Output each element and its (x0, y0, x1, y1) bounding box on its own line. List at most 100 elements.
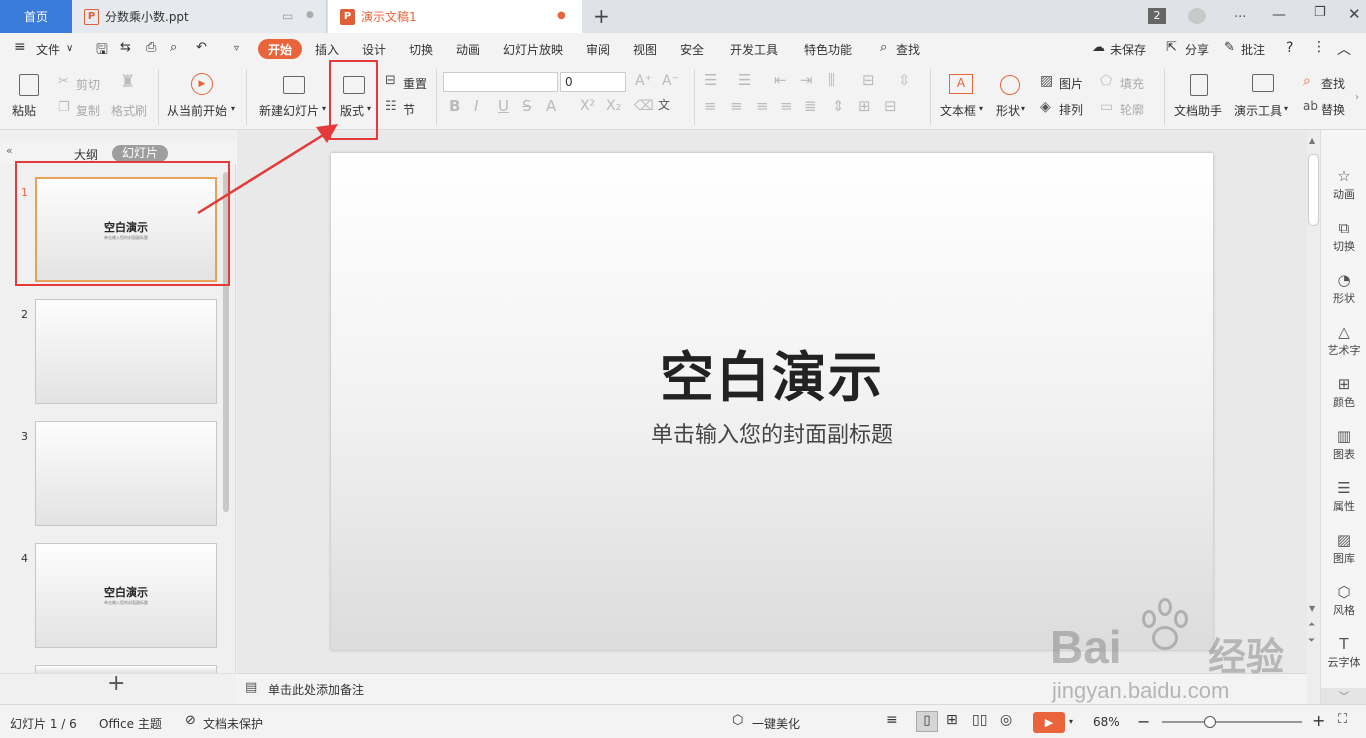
search-label[interactable]: 查找 (896, 41, 920, 58)
text-box-align-icon[interactable]: ⊞ (858, 99, 871, 114)
document-tab-active[interactable]: P 演示文稿1 ● (328, 0, 582, 33)
decrease-indent-icon[interactable]: ⇤ (774, 73, 787, 88)
chevron-down-icon[interactable]: ▾ (1284, 104, 1288, 113)
sidebar-item-chart[interactable]: ▥ 图表 (1321, 428, 1366, 462)
slide-thumbnail-2[interactable] (35, 299, 217, 404)
sidebar-item-gallery[interactable]: ▨ 图库 (1321, 532, 1366, 566)
bold-icon[interactable]: B (449, 99, 460, 114)
share-button[interactable]: 分享 (1185, 41, 1209, 58)
protection-status[interactable]: 文档未保护 (203, 715, 263, 732)
phonetic-icon[interactable]: 文 (658, 99, 670, 111)
zoom-slider-track[interactable] (1162, 716, 1302, 728)
font-grow-icon[interactable]: A⁺ (635, 74, 652, 88)
chevron-down-icon[interactable]: ▾ (979, 104, 983, 113)
zoom-slider-knob[interactable] (1204, 716, 1216, 728)
theme-name[interactable]: Office 主题 (99, 715, 162, 732)
doc-assistant-button[interactable]: 文档助手 (1174, 102, 1222, 119)
sidebar-item-style[interactable]: ⬡ 风格 (1321, 584, 1366, 618)
zoom-in-icon[interactable]: + (1312, 711, 1325, 730)
section-button[interactable]: 节 (403, 101, 415, 118)
new-slide-icon[interactable] (283, 76, 305, 94)
paste-button[interactable]: 粘贴 (12, 102, 36, 119)
export-icon[interactable]: ⇆ (120, 40, 131, 55)
underline-icon[interactable]: U (498, 99, 509, 114)
clear-format-icon[interactable]: ⌫ (634, 99, 654, 113)
smart-art-icon[interactable]: ⊟ (884, 99, 897, 114)
copy-button[interactable]: 复制 (76, 102, 100, 119)
close-icon[interactable]: ✕ (1348, 5, 1361, 23)
increase-indent-icon[interactable]: ⇥ (800, 73, 813, 88)
sorter-view-icon[interactable]: ⊞ (946, 712, 958, 728)
tab-home[interactable]: 首页 (0, 0, 72, 33)
chevron-down-icon[interactable]: ▾ (1021, 104, 1025, 113)
fill-button[interactable]: 填充 (1120, 75, 1144, 92)
justify-icon[interactable]: ≡ (780, 99, 793, 114)
next-slide-icon[interactable]: ⏷ (1308, 636, 1315, 646)
tab-animation[interactable]: 动画 (456, 41, 480, 58)
chevron-down-icon[interactable]: ▾ (1069, 717, 1073, 726)
search-icon[interactable]: ⌕ (880, 40, 887, 55)
sidebar-item-animation[interactable]: ☆ 动画 (1321, 168, 1366, 202)
align-left-icon[interactable]: ≡ (704, 99, 717, 114)
font-family-select[interactable] (443, 72, 558, 92)
zoom-level[interactable]: 68% (1093, 715, 1120, 729)
sidebar-item-shape[interactable]: ◔ 形状 (1321, 272, 1366, 306)
sidebar-item-property[interactable]: ☰ 属性 (1321, 480, 1366, 514)
sidebar-item-wordart[interactable]: △ 艺术字 (1321, 324, 1366, 358)
subscript-icon[interactable]: X₂ (606, 99, 621, 113)
slide-subtitle[interactable]: 单击输入您的封面副标题 (331, 417, 1213, 449)
scroll-up-icon[interactable]: ▲ (1309, 136, 1315, 145)
slide-thumbnail-5[interactable] (35, 665, 217, 673)
zoom-out-icon[interactable]: − (1137, 712, 1150, 731)
columns-icon[interactable]: ⫼ (828, 73, 835, 88)
notes-bar[interactable]: ▤ 单击此处添加备注 (237, 673, 1307, 704)
numbered-list-icon[interactable]: ☰ (738, 73, 751, 88)
tab-insert[interactable]: 插入 (315, 41, 339, 58)
print-icon[interactable]: ⎙ (146, 40, 156, 55)
textbox-button[interactable]: 文本框 (940, 102, 976, 119)
sidebar-item-transition[interactable]: ⧉ 切换 (1321, 220, 1366, 254)
comment-button[interactable]: 批注 (1241, 41, 1265, 58)
restore-icon[interactable]: ❐ (1314, 5, 1326, 20)
align-center-icon[interactable]: ≡ (730, 99, 743, 114)
fit-window-icon[interactable]: ⛶ (1338, 712, 1347, 727)
scroll-thumb[interactable] (1308, 154, 1319, 226)
line-spacing-icon[interactable]: ⊟ (862, 73, 875, 88)
window-count-badge[interactable]: 2 (1148, 8, 1166, 24)
new-tab-plus-icon[interactable]: + (593, 4, 610, 28)
strikethrough-icon[interactable]: S (522, 99, 532, 114)
distribute-icon[interactable]: ≣ (804, 99, 817, 114)
textbox-icon[interactable]: A (949, 74, 973, 94)
hamburger-icon[interactable]: ≡ (14, 39, 26, 55)
help-icon[interactable]: ? (1286, 40, 1293, 56)
chevron-down-icon[interactable]: ∨ (66, 43, 73, 54)
prev-slide-icon[interactable]: ⏶ (1308, 620, 1315, 630)
monitor-icon[interactable]: ▭ (282, 9, 293, 23)
font-color-icon[interactable]: A (546, 99, 556, 114)
slide-title[interactable]: 空白演示 (331, 333, 1213, 412)
sidebar-collapse-icon[interactable]: ﹀ (1321, 688, 1366, 704)
current-slide[interactable]: 空白演示 单击输入您的封面副标题 (331, 153, 1213, 650)
scroll-down-icon[interactable]: ▼ (1309, 604, 1315, 613)
notes-view-icon[interactable]: ≡ (886, 712, 898, 728)
format-painter-button[interactable]: 格式刷 (111, 102, 147, 119)
arrange-button[interactable]: 排列 (1059, 101, 1083, 118)
tab-features[interactable]: 特色功能 (804, 41, 852, 58)
editor-scrollbar[interactable]: ▲ ▼ ⏶ ⏷ (1307, 130, 1320, 704)
present-tools-icon[interactable] (1252, 74, 1274, 92)
sidebar-item-color[interactable]: ⊞ 颜色 (1321, 376, 1366, 410)
save-icon[interactable]: 🖫 (96, 39, 108, 63)
reading-view-icon[interactable]: ▯▯ (972, 712, 987, 728)
paste-icon[interactable] (19, 74, 39, 96)
outline-button[interactable]: 轮廓 (1120, 101, 1144, 118)
slide-thumbnail-4[interactable]: 空白演示 单击输入您的封面副标题 (35, 543, 217, 648)
tab-security[interactable]: 安全 (680, 41, 704, 58)
shape-icon[interactable] (1000, 75, 1020, 95)
collapse-ribbon-icon[interactable]: ︿ (1337, 39, 1351, 59)
collapse-pane-icon[interactable]: « (6, 144, 13, 157)
more-menu-icon[interactable]: ... (1234, 6, 1246, 21)
text-direction-icon[interactable]: ⇳ (898, 73, 911, 88)
document-tab-ppt[interactable]: P 分数乘小数.ppt ▭ ● (72, 0, 327, 33)
notes-placeholder[interactable]: 单击此处添加备注 (268, 681, 364, 698)
align-right-icon[interactable]: ≡ (756, 99, 769, 114)
